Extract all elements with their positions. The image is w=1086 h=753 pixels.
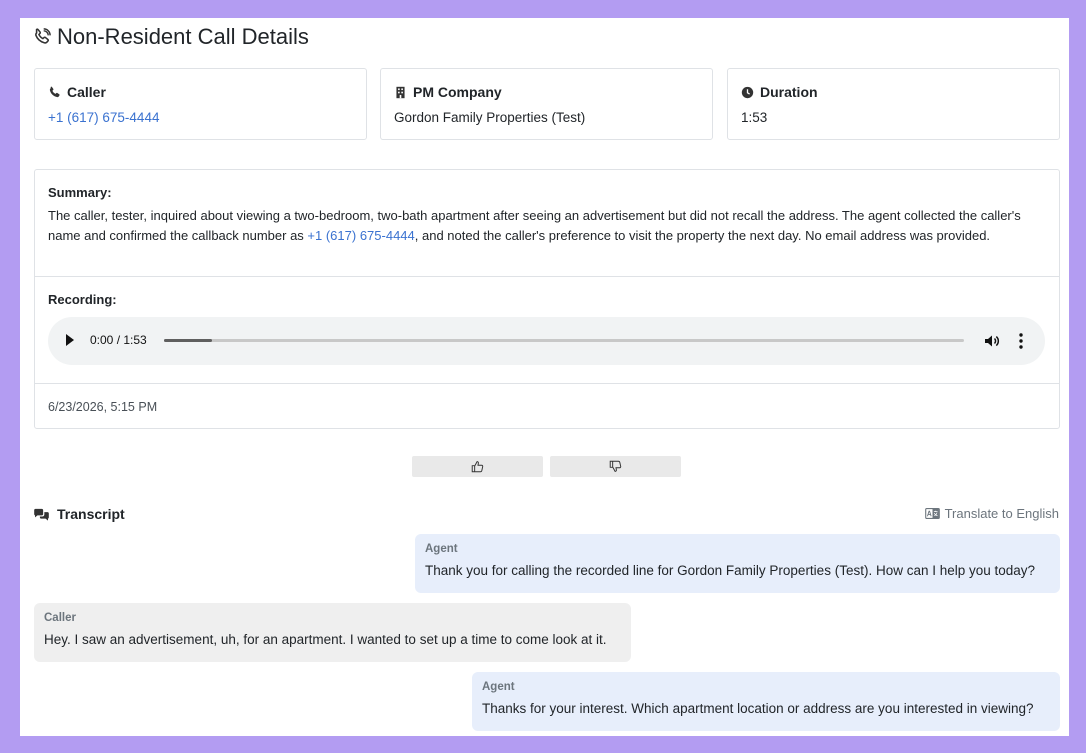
duration-card: Duration 1:53 [727, 68, 1060, 140]
duration-card-header: Duration [741, 84, 818, 100]
pm-company-value: Gordon Family Properties (Test) [394, 110, 586, 125]
divider [35, 276, 1059, 277]
message-text: Thanks for your interest. Which apartmen… [482, 701, 1034, 716]
summary-text-part: , and noted the caller's preference to v… [414, 228, 991, 243]
transcript-label: Transcript [57, 506, 125, 522]
caller-card: Caller +1 (617) 675-4444 [34, 68, 367, 140]
language-icon [924, 508, 940, 519]
divider [35, 383, 1059, 384]
call-details-panel: Non-Resident Call Details Caller +1 (617… [20, 18, 1069, 736]
clock-icon [741, 86, 754, 98]
caller-label: Caller [67, 84, 106, 100]
phone-icon [49, 86, 60, 97]
transcript-message: Caller Hey. I saw an advertisement, uh, … [34, 603, 631, 662]
call-timestamp: 6/23/2026, 5:15 PM [48, 400, 158, 414]
summary-phone-link[interactable]: +1 (617) 675-4444 [307, 228, 414, 243]
caller-phone-link[interactable]: +1 (617) 675-4444 [48, 110, 159, 125]
play-button[interactable] [66, 334, 74, 346]
pm-company-label: PM Company [413, 84, 502, 100]
summary-label: Summary: [48, 185, 112, 200]
thumbs-up-icon [471, 461, 484, 473]
audio-time: 0:00 / 1:53 [90, 333, 147, 347]
audio-player: 0:00 / 1:53 [48, 317, 1045, 365]
message-text: Hey. I saw an advertisement, uh, for an … [44, 632, 607, 647]
duration-label: Duration [760, 84, 818, 100]
duration-value: 1:53 [741, 110, 768, 125]
page-header: Non-Resident Call Details [33, 21, 309, 53]
pm-company-card-header: PM Company [394, 84, 502, 100]
message-text: Thank you for calling the recorded line … [425, 563, 1036, 578]
translate-button[interactable]: Translate to English [924, 506, 1059, 521]
building-icon [396, 86, 405, 98]
audio-progress-bar[interactable] [164, 339, 964, 342]
summary-text: The caller, tester, inquired about viewi… [48, 206, 1048, 246]
caller-card-header: Caller [48, 84, 106, 100]
transcript-message: Agent Thanks for your interest. Which ap… [472, 672, 1060, 731]
audio-progress-fill [164, 339, 212, 342]
thumbs-down-icon [609, 460, 622, 472]
thumbs-down-button[interactable] [550, 456, 681, 477]
thumbs-up-button[interactable] [412, 456, 543, 477]
transcript-message: Agent Thank you for calling the recorded… [415, 534, 1060, 593]
volume-icon[interactable] [984, 333, 1000, 349]
recording-label: Recording: [48, 292, 117, 307]
message-speaker: Agent [482, 681, 515, 693]
transcript-header: Transcript [33, 506, 125, 522]
message-speaker: Agent [425, 543, 458, 555]
pm-company-card: PM Company Gordon Family Properties (Tes… [380, 68, 713, 140]
page-title: Non-Resident Call Details [57, 24, 309, 49]
call-detail-card: Summary: The caller, tester, inquired ab… [34, 169, 1060, 429]
comments-icon [34, 508, 49, 521]
phone-call-icon [35, 28, 51, 44]
translate-label: Translate to English [944, 506, 1059, 521]
message-speaker: Caller [44, 612, 76, 624]
more-options-icon[interactable] [1017, 332, 1025, 350]
